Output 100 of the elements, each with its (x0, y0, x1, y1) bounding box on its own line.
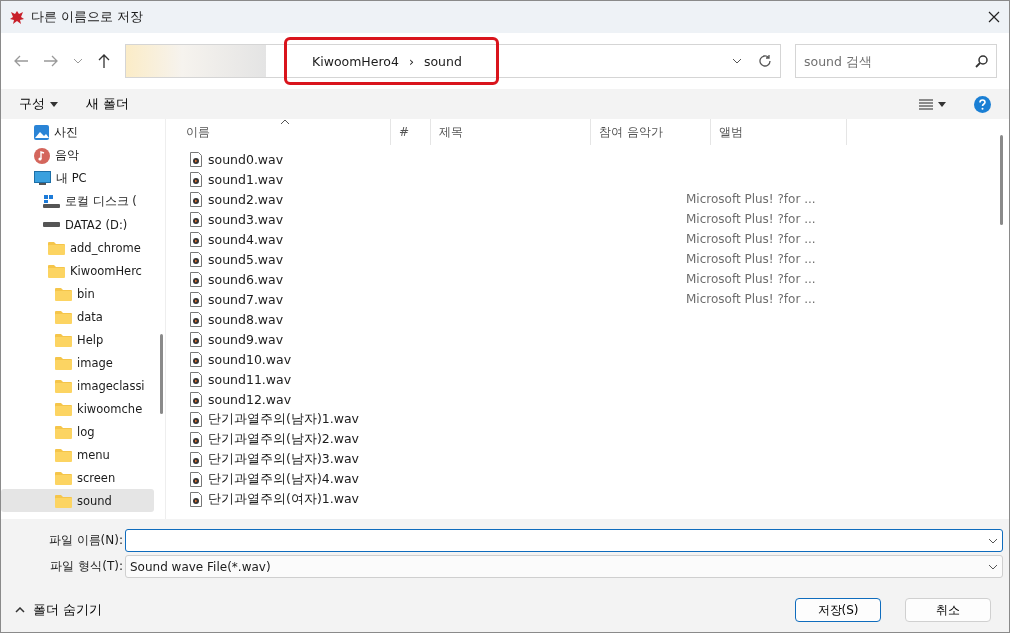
help-button[interactable] (974, 95, 991, 113)
sidebar-item[interactable]: screen (1, 466, 154, 489)
sidebar-item[interactable]: menu (1, 443, 154, 466)
chevron-up-icon (15, 607, 25, 613)
folder-icon (55, 470, 72, 485)
sidebar-item[interactable]: 로컬 디스크 ( (1, 190, 154, 213)
file-name[interactable]: sound8.wav (190, 311, 506, 327)
music-icon (34, 147, 50, 164)
audio-file-icon (190, 271, 202, 287)
folder-icon (55, 493, 72, 508)
column-header[interactable]: 이름 (178, 119, 391, 145)
scrollbar-thumb[interactable] (159, 334, 163, 414)
monitor-icon (34, 171, 51, 186)
file-name[interactable]: 단기과열주의(남자)4.wav (190, 470, 506, 488)
sidebar-item[interactable]: add_chrome (1, 236, 154, 259)
sidebar-item[interactable]: bin (1, 282, 154, 305)
drive-icon (43, 222, 60, 227)
search-field[interactable]: sound 검색 (795, 44, 997, 78)
chevron-down-icon (732, 58, 742, 64)
file-name[interactable]: sound12.wav (190, 391, 506, 407)
folder-icon (55, 378, 72, 393)
hide-folders-button[interactable]: 폴더 숨기기 (15, 601, 102, 619)
chevron-down-icon (988, 563, 998, 570)
file-name[interactable]: sound6.wav (190, 271, 506, 287)
sidebar-item[interactable]: Help (1, 328, 154, 351)
file-name[interactable]: sound7.wav (190, 291, 506, 307)
audio-file-icon (190, 191, 202, 207)
file-name[interactable]: sound2.wav (190, 191, 506, 207)
column-header[interactable]: 앨범 (711, 119, 847, 145)
audio-file-icon (190, 311, 202, 327)
audio-file-icon (190, 491, 202, 507)
back-button[interactable] (13, 54, 29, 68)
file-name[interactable]: 단기과열주의(남자)3.wav (190, 450, 506, 468)
audio-file-icon (190, 171, 202, 187)
save-button[interactable]: 저장(S) (795, 598, 881, 622)
sort-up-icon (280, 119, 290, 125)
folder-icon (55, 286, 72, 301)
audio-file-icon (190, 331, 202, 347)
column-header[interactable]: # (391, 119, 431, 145)
column-header[interactable]: 참여 음악가 (591, 119, 711, 145)
address-bar[interactable]: KiwoomHero4 › sound (125, 44, 781, 78)
file-name[interactable]: sound1.wav (190, 171, 506, 187)
drive-icon (43, 195, 60, 208)
audio-file-icon (190, 371, 202, 387)
new-folder-button[interactable]: 새 폴더 (86, 95, 129, 113)
column-header[interactable]: 제목 (431, 119, 591, 145)
file-name[interactable]: sound5.wav (190, 251, 506, 267)
album-cell: Microsoft Plus! ?for ... (686, 252, 816, 266)
file-name[interactable]: 단기과열주의(남자)1.wav (190, 410, 506, 428)
audio-file-icon (190, 351, 202, 367)
folder-icon (55, 424, 72, 439)
sidebar-item[interactable]: KiwoomHerc (1, 259, 154, 282)
file-name[interactable]: 단기과열주의(남자)2.wav (190, 430, 506, 448)
audio-file-icon (190, 471, 202, 487)
forward-button[interactable] (43, 54, 59, 68)
file-name[interactable]: sound9.wav (190, 331, 506, 347)
breadcrumb[interactable]: KiwoomHero4 (312, 53, 399, 69)
refresh-icon[interactable] (758, 54, 772, 68)
file-name[interactable]: 단기과열주의(여자)1.wav (190, 490, 506, 508)
sidebar-item[interactable]: imageclassi (1, 374, 154, 397)
folder-icon (55, 355, 72, 370)
sidebar-item[interactable]: 사진 (1, 121, 154, 144)
sidebar-item[interactable]: image (1, 351, 154, 374)
folder-icon (48, 263, 65, 278)
chevron-down-icon (988, 537, 998, 544)
up-button[interactable] (97, 53, 111, 69)
file-name[interactable]: sound4.wav (190, 231, 506, 247)
sidebar-item[interactable]: 음악 (1, 144, 154, 167)
sidebar-item[interactable]: log (1, 420, 154, 443)
organize-button[interactable]: 구성 (19, 95, 58, 113)
file-name[interactable]: sound0.wav (190, 151, 506, 167)
sidebar-item[interactable]: DATA2 (D:) (1, 213, 154, 236)
sidebar-item[interactable]: data (1, 305, 154, 328)
audio-file-icon (190, 411, 202, 427)
close-button[interactable] (987, 10, 1001, 24)
file-type-dropdown[interactable]: Sound wave File(*.wav) (125, 555, 1003, 578)
sidebar-item[interactable]: kiwoomche (1, 397, 154, 420)
sidebar-item[interactable]: sound (1, 489, 154, 512)
view-options-button[interactable] (919, 98, 946, 110)
audio-file-icon (190, 251, 202, 267)
folder-icon (55, 309, 72, 324)
folder-icon (55, 447, 72, 462)
album-cell: Microsoft Plus! ?for ... (686, 272, 816, 286)
field-label: 파일 형식(T): (49, 558, 124, 575)
folder-icon (55, 332, 72, 347)
scrollbar-thumb[interactable] (999, 135, 1003, 225)
search-icon (975, 55, 988, 68)
file-name[interactable]: sound3.wav (190, 211, 506, 227)
cancel-button[interactable]: 취소 (905, 598, 991, 622)
folder-icon (55, 401, 72, 416)
file-name[interactable]: sound11.wav (190, 371, 506, 387)
sidebar-item[interactable]: 내 PC (1, 167, 154, 190)
audio-file-icon (190, 231, 202, 247)
breadcrumb-separator: › (408, 53, 414, 69)
recent-locations-button[interactable] (73, 58, 83, 64)
audio-file-icon (190, 431, 202, 447)
file-name[interactable]: sound10.wav (190, 351, 506, 367)
breadcrumb[interactable]: sound (423, 53, 462, 69)
audio-file-icon (190, 451, 202, 467)
file-name-field[interactable] (125, 529, 1003, 552)
